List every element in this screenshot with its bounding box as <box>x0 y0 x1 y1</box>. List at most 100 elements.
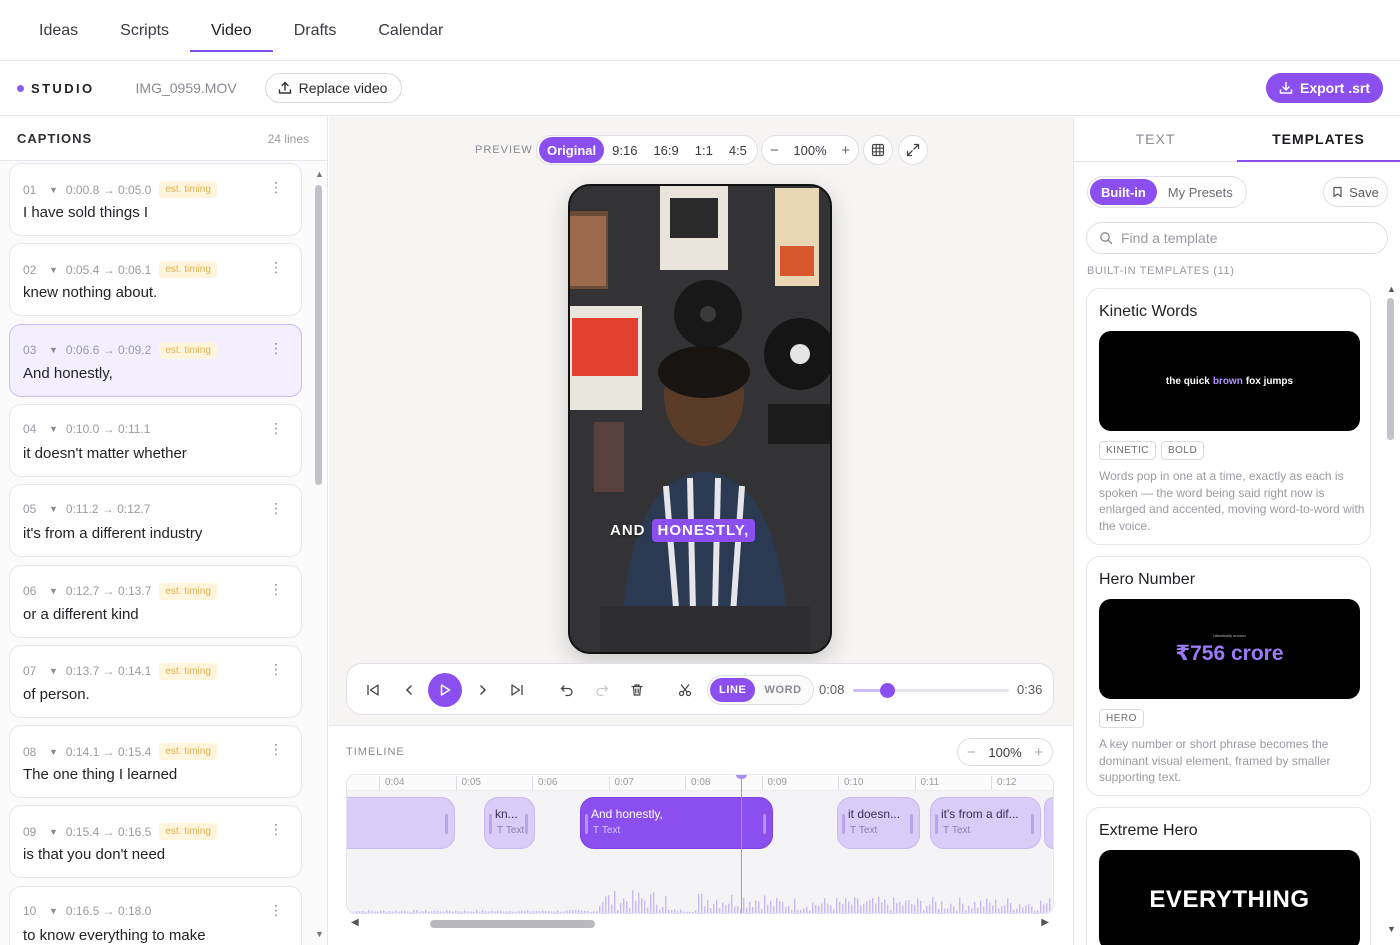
undo-button[interactable] <box>555 664 579 716</box>
caption-text[interactable]: is that you don't need <box>23 846 165 863</box>
save-button[interactable]: Save <box>1323 177 1388 207</box>
caption-text[interactable]: And honestly, <box>23 365 113 382</box>
caption-line[interactable]: 06 ▼ 0:12.7 → 0:13.7 est. timing ⋮ or a diffe… <box>9 564 302 638</box>
ratio-option[interactable]: 16:9 <box>645 137 686 163</box>
templates-scrollbar[interactable]: ▲ ▼ <box>1386 284 1396 934</box>
skip-to-end-button[interactable] <box>505 664 529 716</box>
tab-calendar[interactable]: Calendar <box>357 0 464 61</box>
timeline-clip[interactable]: And honestly, T Text <box>580 797 773 849</box>
caption-time-range[interactable]: 0:15.4 → 0:16.5 <box>66 825 151 839</box>
timeline-ruler[interactable]: 0:04 0:05 0:06 0:07 0:08 0:09 0:10 0:11 0:12 <box>347 775 1053 791</box>
caption-text[interactable]: it's from a different industry <box>23 525 202 542</box>
templates-scroll-thumb[interactable] <box>1387 298 1394 440</box>
caption-line[interactable]: 08 ▼ 0:14.1 → 0:15.4 est. timing ⋮ The one th… <box>9 725 302 799</box>
chevron-down-icon[interactable]: ▼ <box>49 827 58 837</box>
caption-line[interactable]: 10 ▼ 0:16.5 → 0:18.0 ⋮ to know everything to… <box>9 885 302 945</box>
video-preview-frame[interactable]: AND HONESTLY, <box>568 184 832 654</box>
split-button[interactable] <box>673 664 697 716</box>
timeline-clip[interactable]: it's from a dif... T Text <box>930 797 1041 849</box>
more-options-icon[interactable]: ⋮ <box>269 662 283 676</box>
caption-time-range[interactable]: 0:10.0 → 0:11.1 <box>66 422 151 436</box>
more-options-icon[interactable]: ⋮ <box>269 421 283 435</box>
mode-word-button[interactable]: WORD <box>755 678 810 702</box>
scroll-up-icon[interactable]: ▲ <box>315 169 324 179</box>
scrubber-handle[interactable] <box>880 683 896 698</box>
scroll-right-icon[interactable]: ▶ <box>1041 917 1049 928</box>
my-presets-button[interactable]: My Presets <box>1157 179 1244 205</box>
clip-resize-handle[interactable] <box>1031 814 1034 834</box>
template-card-extreme-hero[interactable]: Extreme Hero EVERYTHING <box>1086 807 1371 945</box>
more-options-icon[interactable]: ⋮ <box>269 742 283 756</box>
caption-line[interactable]: 01 ▼ 0:00.8 → 0:05.0 est. timing ⋮ I have sol… <box>9 163 302 236</box>
mode-line-button[interactable]: LINE <box>710 678 756 702</box>
caption-time-range[interactable]: 0:12.7 → 0:13.7 <box>66 584 151 598</box>
timeline-clip[interactable] <box>347 797 455 849</box>
clip-resize-handle[interactable] <box>445 814 448 834</box>
template-card-hero-number[interactable]: Hero Number historically around ₹756 cro… <box>1086 556 1371 796</box>
clip-resize-handle[interactable] <box>585 814 588 834</box>
clip-resize-handle[interactable] <box>842 814 845 834</box>
timeline-scroll-thumb[interactable] <box>430 920 595 928</box>
more-options-icon[interactable]: ⋮ <box>269 260 283 274</box>
caption-text[interactable]: or a different kind <box>23 606 139 623</box>
chevron-down-icon[interactable]: ▼ <box>49 666 58 676</box>
zoom-out-icon[interactable]: − <box>770 142 779 159</box>
chevron-down-icon[interactable]: ▼ <box>49 265 58 275</box>
timeline-clip[interactable]: it doesn... T Text <box>837 797 920 849</box>
replace-video-button[interactable]: Replace video <box>264 73 403 103</box>
ratio-option[interactable]: 9:16 <box>604 137 645 163</box>
caption-time-range[interactable]: 0:16.5 → 0:18.0 <box>66 904 151 918</box>
scroll-left-icon[interactable]: ◀ <box>351 917 359 928</box>
clip-resize-handle[interactable] <box>525 814 528 834</box>
next-line-button[interactable] <box>471 664 495 716</box>
chevron-down-icon[interactable]: ▼ <box>49 906 58 916</box>
timeline-clip[interactable] <box>1044 797 1053 849</box>
chevron-down-icon[interactable]: ▼ <box>49 586 58 596</box>
tab-ideas[interactable]: Ideas <box>18 0 99 61</box>
ratio-option[interactable]: Original <box>539 137 605 163</box>
clip-resize-handle[interactable] <box>910 814 913 834</box>
play-button[interactable] <box>428 673 462 707</box>
captions-scroll-thumb[interactable] <box>315 185 322 485</box>
timeline-zoom-out-icon[interactable]: − <box>967 744 976 761</box>
timeline-clip[interactable]: kn... T Text <box>484 797 535 849</box>
caption-text[interactable]: I have sold things I <box>23 204 148 221</box>
timeline-hscrollbar[interactable]: ◀ ▶ <box>346 916 1054 930</box>
scroll-up-icon[interactable]: ▲ <box>1387 284 1396 294</box>
chevron-down-icon[interactable]: ▼ <box>49 747 58 757</box>
tab-scripts[interactable]: Scripts <box>99 0 190 61</box>
more-options-icon[interactable]: ⋮ <box>269 180 283 194</box>
delete-button[interactable] <box>625 664 649 716</box>
tab-drafts[interactable]: Drafts <box>273 0 358 61</box>
caption-text[interactable]: knew nothing about. <box>23 284 157 301</box>
clip-resize-handle[interactable] <box>489 814 492 834</box>
captions-scrollbar[interactable]: ▲ ▼ <box>315 169 324 939</box>
caption-line[interactable]: 09 ▼ 0:15.4 → 0:16.5 est. timing ⋮ is that yo… <box>9 805 302 879</box>
caption-line[interactable]: 07 ▼ 0:13.7 → 0:14.1 est. timing ⋮ of person. <box>9 644 302 718</box>
chevron-down-icon[interactable]: ▼ <box>49 345 58 355</box>
timeline-zoom-in-icon[interactable]: + <box>1034 744 1043 761</box>
caption-text[interactable]: The one thing I learned <box>23 766 177 783</box>
caption-time-range[interactable]: 0:14.1 → 0:15.4 <box>66 745 151 759</box>
caption-line[interactable]: 02 ▼ 0:05.4 → 0:06.1 est. timing ⋮ knew nothi… <box>9 243 302 317</box>
caption-line[interactable]: 03 ▼ 0:06.6 → 0:09.2 est. timing ⋮ And honest… <box>9 323 302 397</box>
skip-to-start-button[interactable] <box>361 664 385 716</box>
chevron-down-icon[interactable]: ▼ <box>49 185 58 195</box>
timeline-playhead[interactable] <box>741 775 742 913</box>
caption-time-range[interactable]: 0:06.6 → 0:09.2 <box>66 343 151 357</box>
clip-resize-handle[interactable] <box>763 814 766 834</box>
more-options-icon[interactable]: ⋮ <box>269 822 283 836</box>
playback-scrubber[interactable] <box>853 683 1009 698</box>
more-options-icon[interactable]: ⋮ <box>269 341 283 355</box>
chevron-down-icon[interactable]: ▼ <box>49 504 58 514</box>
scroll-down-icon[interactable]: ▼ <box>1387 924 1396 934</box>
chevron-down-icon[interactable]: ▼ <box>49 424 58 434</box>
caption-time-range[interactable]: 0:13.7 → 0:14.1 <box>66 664 151 678</box>
caption-time-range[interactable]: 0:05.4 → 0:06.1 <box>66 263 151 277</box>
caption-text[interactable]: to know everything to make <box>23 927 206 944</box>
ratio-option[interactable]: 1:1 <box>687 137 721 163</box>
grid-toggle-button[interactable] <box>863 135 893 165</box>
template-search-input[interactable] <box>1121 230 1361 246</box>
caption-line[interactable]: 05 ▼ 0:11.2 → 0:12.7 ⋮ it's from a different… <box>9 484 302 558</box>
fullscreen-button[interactable] <box>898 135 928 165</box>
